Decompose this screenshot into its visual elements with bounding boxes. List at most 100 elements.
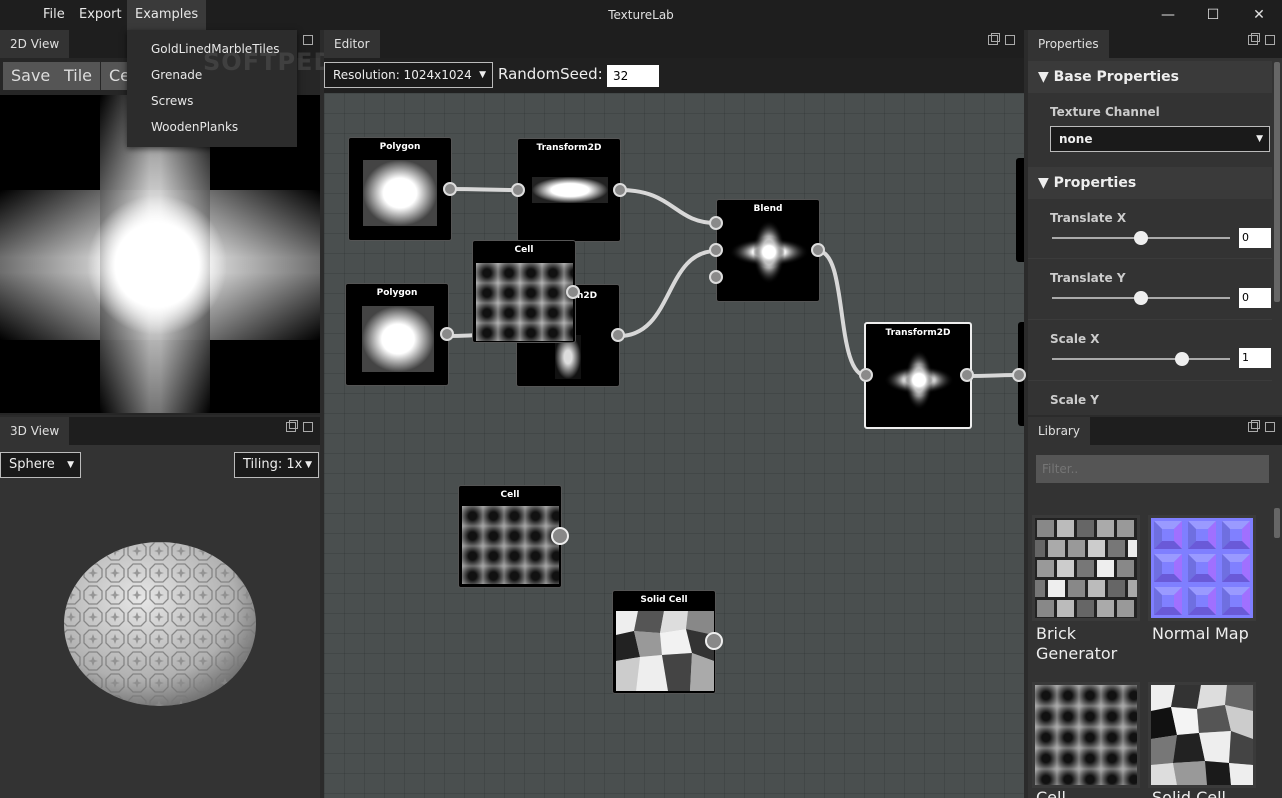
node-cell-overlap[interactable]: Cell: [472, 240, 576, 343]
library-item-brick-generator-label[interactable]: Brick Generator: [1036, 624, 1117, 664]
example-screws[interactable]: Screws: [151, 94, 193, 108]
node-polygon-1[interactable]: Polygon: [348, 137, 452, 241]
node-cell[interactable]: Cell: [458, 485, 562, 588]
node-transform2d-1[interactable]: Transform2D: [517, 138, 621, 242]
brick-tile: [1057, 600, 1074, 617]
library-filter-input[interactable]: [1036, 455, 1269, 483]
node-title: n2D: [577, 291, 598, 301]
brick-tile: [1077, 560, 1094, 577]
maximize-panel-icon[interactable]: [1005, 35, 1015, 45]
node-thumbnail: [462, 506, 559, 584]
library-item-normal-map-thumb[interactable]: [1148, 515, 1256, 621]
translate-x-input[interactable]: 0: [1239, 228, 1271, 248]
node-thumbnail: [729, 220, 809, 284]
tab-3d-view[interactable]: 3D View: [0, 417, 70, 445]
input-port[interactable]: [1012, 368, 1026, 382]
translate-y-input[interactable]: 0: [1239, 288, 1271, 308]
save-button[interactable]: Save: [3, 62, 59, 90]
tab-library[interactable]: Library: [1028, 417, 1090, 445]
random-seed-input[interactable]: 32: [607, 65, 659, 87]
library-item-cell-label[interactable]: Cell: [1036, 788, 1066, 798]
scale-x-input[interactable]: 1: [1239, 348, 1271, 368]
brick-tile: [1037, 520, 1054, 537]
translate-x-slider-thumb[interactable]: [1134, 231, 1148, 245]
tab-editor[interactable]: Editor: [324, 30, 380, 58]
brick-tile: [1048, 580, 1065, 597]
restore-panel-icon[interactable]: [1248, 33, 1260, 45]
menu-examples[interactable]: Examples: [127, 0, 207, 30]
tab-2d-view[interactable]: 2D View: [0, 30, 70, 58]
brick-tile: [1068, 540, 1085, 557]
shape-select[interactable]: Sphere ▼: [0, 452, 81, 478]
brick-tile: [1128, 580, 1137, 597]
close-button[interactable]: ✕: [1236, 0, 1282, 30]
input-port[interactable]: [709, 270, 723, 284]
maximize-panel-icon[interactable]: [303, 35, 313, 45]
brick-tile: [1117, 520, 1134, 537]
maximize-panel-icon[interactable]: [303, 422, 313, 432]
base-properties-header[interactable]: ▼ Base Properties: [1028, 61, 1272, 93]
example-grenade[interactable]: Grenade: [151, 68, 202, 82]
output-port[interactable]: [613, 183, 627, 197]
normal-map-facet: [1196, 562, 1208, 574]
input-port[interactable]: [511, 183, 525, 197]
brick-tile: [1117, 600, 1134, 617]
output-port[interactable]: [705, 632, 723, 650]
resolution-select[interactable]: Resolution: 1024x1024 ▼: [324, 62, 493, 88]
maximize-panel-icon[interactable]: [1265, 422, 1275, 432]
minimize-button[interactable]: —: [1145, 0, 1191, 30]
tile-button[interactable]: Tile: [56, 62, 101, 90]
brick-tile: [1068, 580, 1085, 597]
output-port[interactable]: [960, 368, 974, 382]
input-port[interactable]: [859, 368, 873, 382]
brick-tile: [1088, 540, 1105, 557]
maximize-panel-icon[interactable]: [1265, 35, 1275, 45]
brick-tile: [1077, 520, 1094, 537]
output-port[interactable]: [566, 285, 580, 299]
3d-sphere-preview: [64, 542, 256, 706]
tiling-select[interactable]: Tiling: 1x ▼: [234, 452, 319, 478]
example-woodenplanks[interactable]: WoodenPlanks: [151, 120, 238, 134]
library-item-normal-map-label[interactable]: Normal Map: [1152, 624, 1249, 644]
node-solid-cell[interactable]: Solid Cell: [612, 590, 716, 694]
library-item-brick-generator-thumb[interactable]: [1032, 515, 1140, 621]
panel-properties-tabbar: Properties: [1028, 30, 1282, 58]
restore-panel-icon[interactable]: [1248, 420, 1260, 432]
library-scrollbar[interactable]: [1274, 508, 1280, 538]
tab-properties[interactable]: Properties: [1028, 30, 1109, 58]
library-item-solid-cell-thumb[interactable]: [1148, 682, 1256, 788]
brick-tile: [1128, 540, 1137, 557]
node-polygon-2[interactable]: Polygon: [345, 283, 449, 386]
node-offscreen-1[interactable]: [1016, 158, 1024, 262]
node-blend[interactable]: Blend: [716, 199, 820, 302]
texture-channel-select[interactable]: none ▼: [1050, 126, 1270, 152]
translate-y-slider-thumb[interactable]: [1134, 291, 1148, 305]
restore-panel-icon[interactable]: [286, 420, 298, 432]
node-transform2d-3[interactable]: Transform2D: [864, 322, 972, 429]
library-item-cell-thumb[interactable]: [1032, 682, 1140, 788]
normal-map-facet: [1162, 595, 1174, 607]
output-port[interactable]: [811, 243, 825, 257]
output-port[interactable]: [440, 327, 454, 341]
input-port[interactable]: [709, 243, 723, 257]
menu-file[interactable]: File: [35, 0, 73, 30]
node-thumbnail: [532, 177, 608, 203]
maximize-button[interactable]: ☐: [1190, 0, 1236, 30]
divider: [1028, 319, 1272, 320]
scale-x-slider-thumb[interactable]: [1174, 352, 1189, 366]
input-port[interactable]: [709, 216, 723, 230]
node-title: Cell: [500, 490, 520, 500]
menu-export[interactable]: Export: [71, 0, 130, 30]
properties-scrollbar[interactable]: [1274, 62, 1280, 302]
restore-panel-icon[interactable]: [988, 33, 1000, 45]
library-item-solid-cell-label[interactable]: Solid Cell: [1152, 788, 1226, 798]
output-port[interactable]: [443, 182, 457, 196]
node-title: Solid Cell: [640, 595, 688, 605]
properties-header[interactable]: ▼ Properties: [1028, 167, 1272, 199]
output-port[interactable]: [551, 527, 569, 545]
chevron-down-icon: ▼: [305, 460, 312, 470]
scale-x-slider[interactable]: [1052, 358, 1230, 360]
output-port[interactable]: [611, 328, 625, 342]
divider: [1028, 258, 1272, 259]
brick-tile: [1057, 560, 1074, 577]
